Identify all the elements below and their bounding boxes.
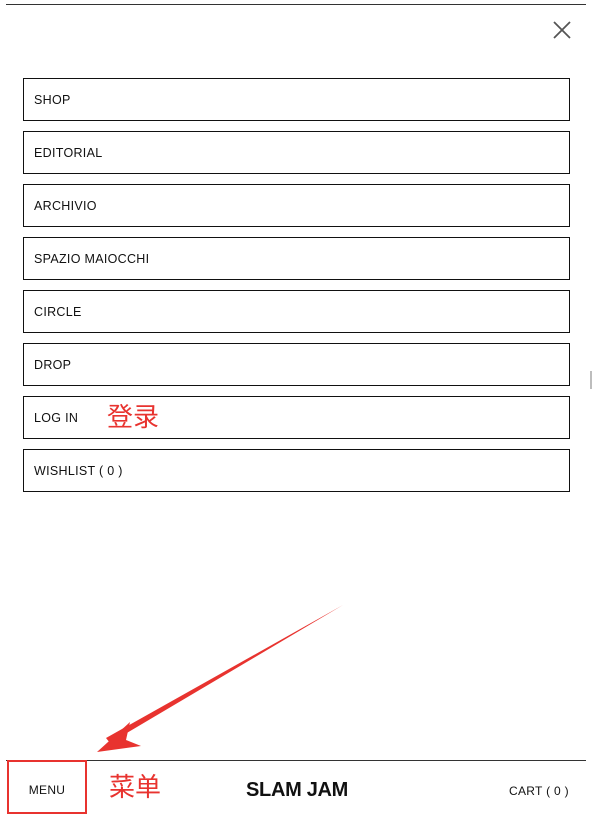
page: SHOP EDITORIAL ARCHIVIO SPAZIO MAIOCCHI … bbox=[0, 0, 594, 816]
menu-item-editorial[interactable]: EDITORIAL bbox=[23, 131, 570, 174]
menu-item-wishlist[interactable]: WISHLIST ( 0 ) bbox=[23, 449, 570, 492]
menu-item-spazio-maiocchi[interactable]: SPAZIO MAIOCCHI bbox=[23, 237, 570, 280]
close-icon[interactable] bbox=[551, 19, 573, 41]
annotation-login-note: 登录 bbox=[107, 403, 160, 433]
brand-logo[interactable]: SLAM JAM bbox=[246, 779, 348, 802]
bottom-bar: MENU SLAM JAM CART ( 0 ) bbox=[6, 760, 586, 816]
menu-button-label: MENU bbox=[28, 783, 66, 797]
menu-button[interactable]: MENU bbox=[7, 760, 87, 814]
menu-item-archivio[interactable]: ARCHIVIO bbox=[23, 184, 570, 227]
menu-item-drop[interactable]: DROP bbox=[23, 343, 570, 386]
menu-list: SHOP EDITORIAL ARCHIVIO SPAZIO MAIOCCHI … bbox=[23, 78, 570, 502]
scrollbar-handle[interactable] bbox=[590, 371, 592, 389]
menu-panel: SHOP EDITORIAL ARCHIVIO SPAZIO MAIOCCHI … bbox=[6, 4, 586, 761]
annotation-menu-note: 菜单 bbox=[109, 773, 162, 803]
menu-item-log-in[interactable]: LOG IN bbox=[23, 396, 570, 439]
menu-item-circle[interactable]: CIRCLE bbox=[23, 290, 570, 333]
cart-link[interactable]: CART ( 0 ) bbox=[509, 784, 569, 798]
menu-item-shop[interactable]: SHOP bbox=[23, 78, 570, 121]
